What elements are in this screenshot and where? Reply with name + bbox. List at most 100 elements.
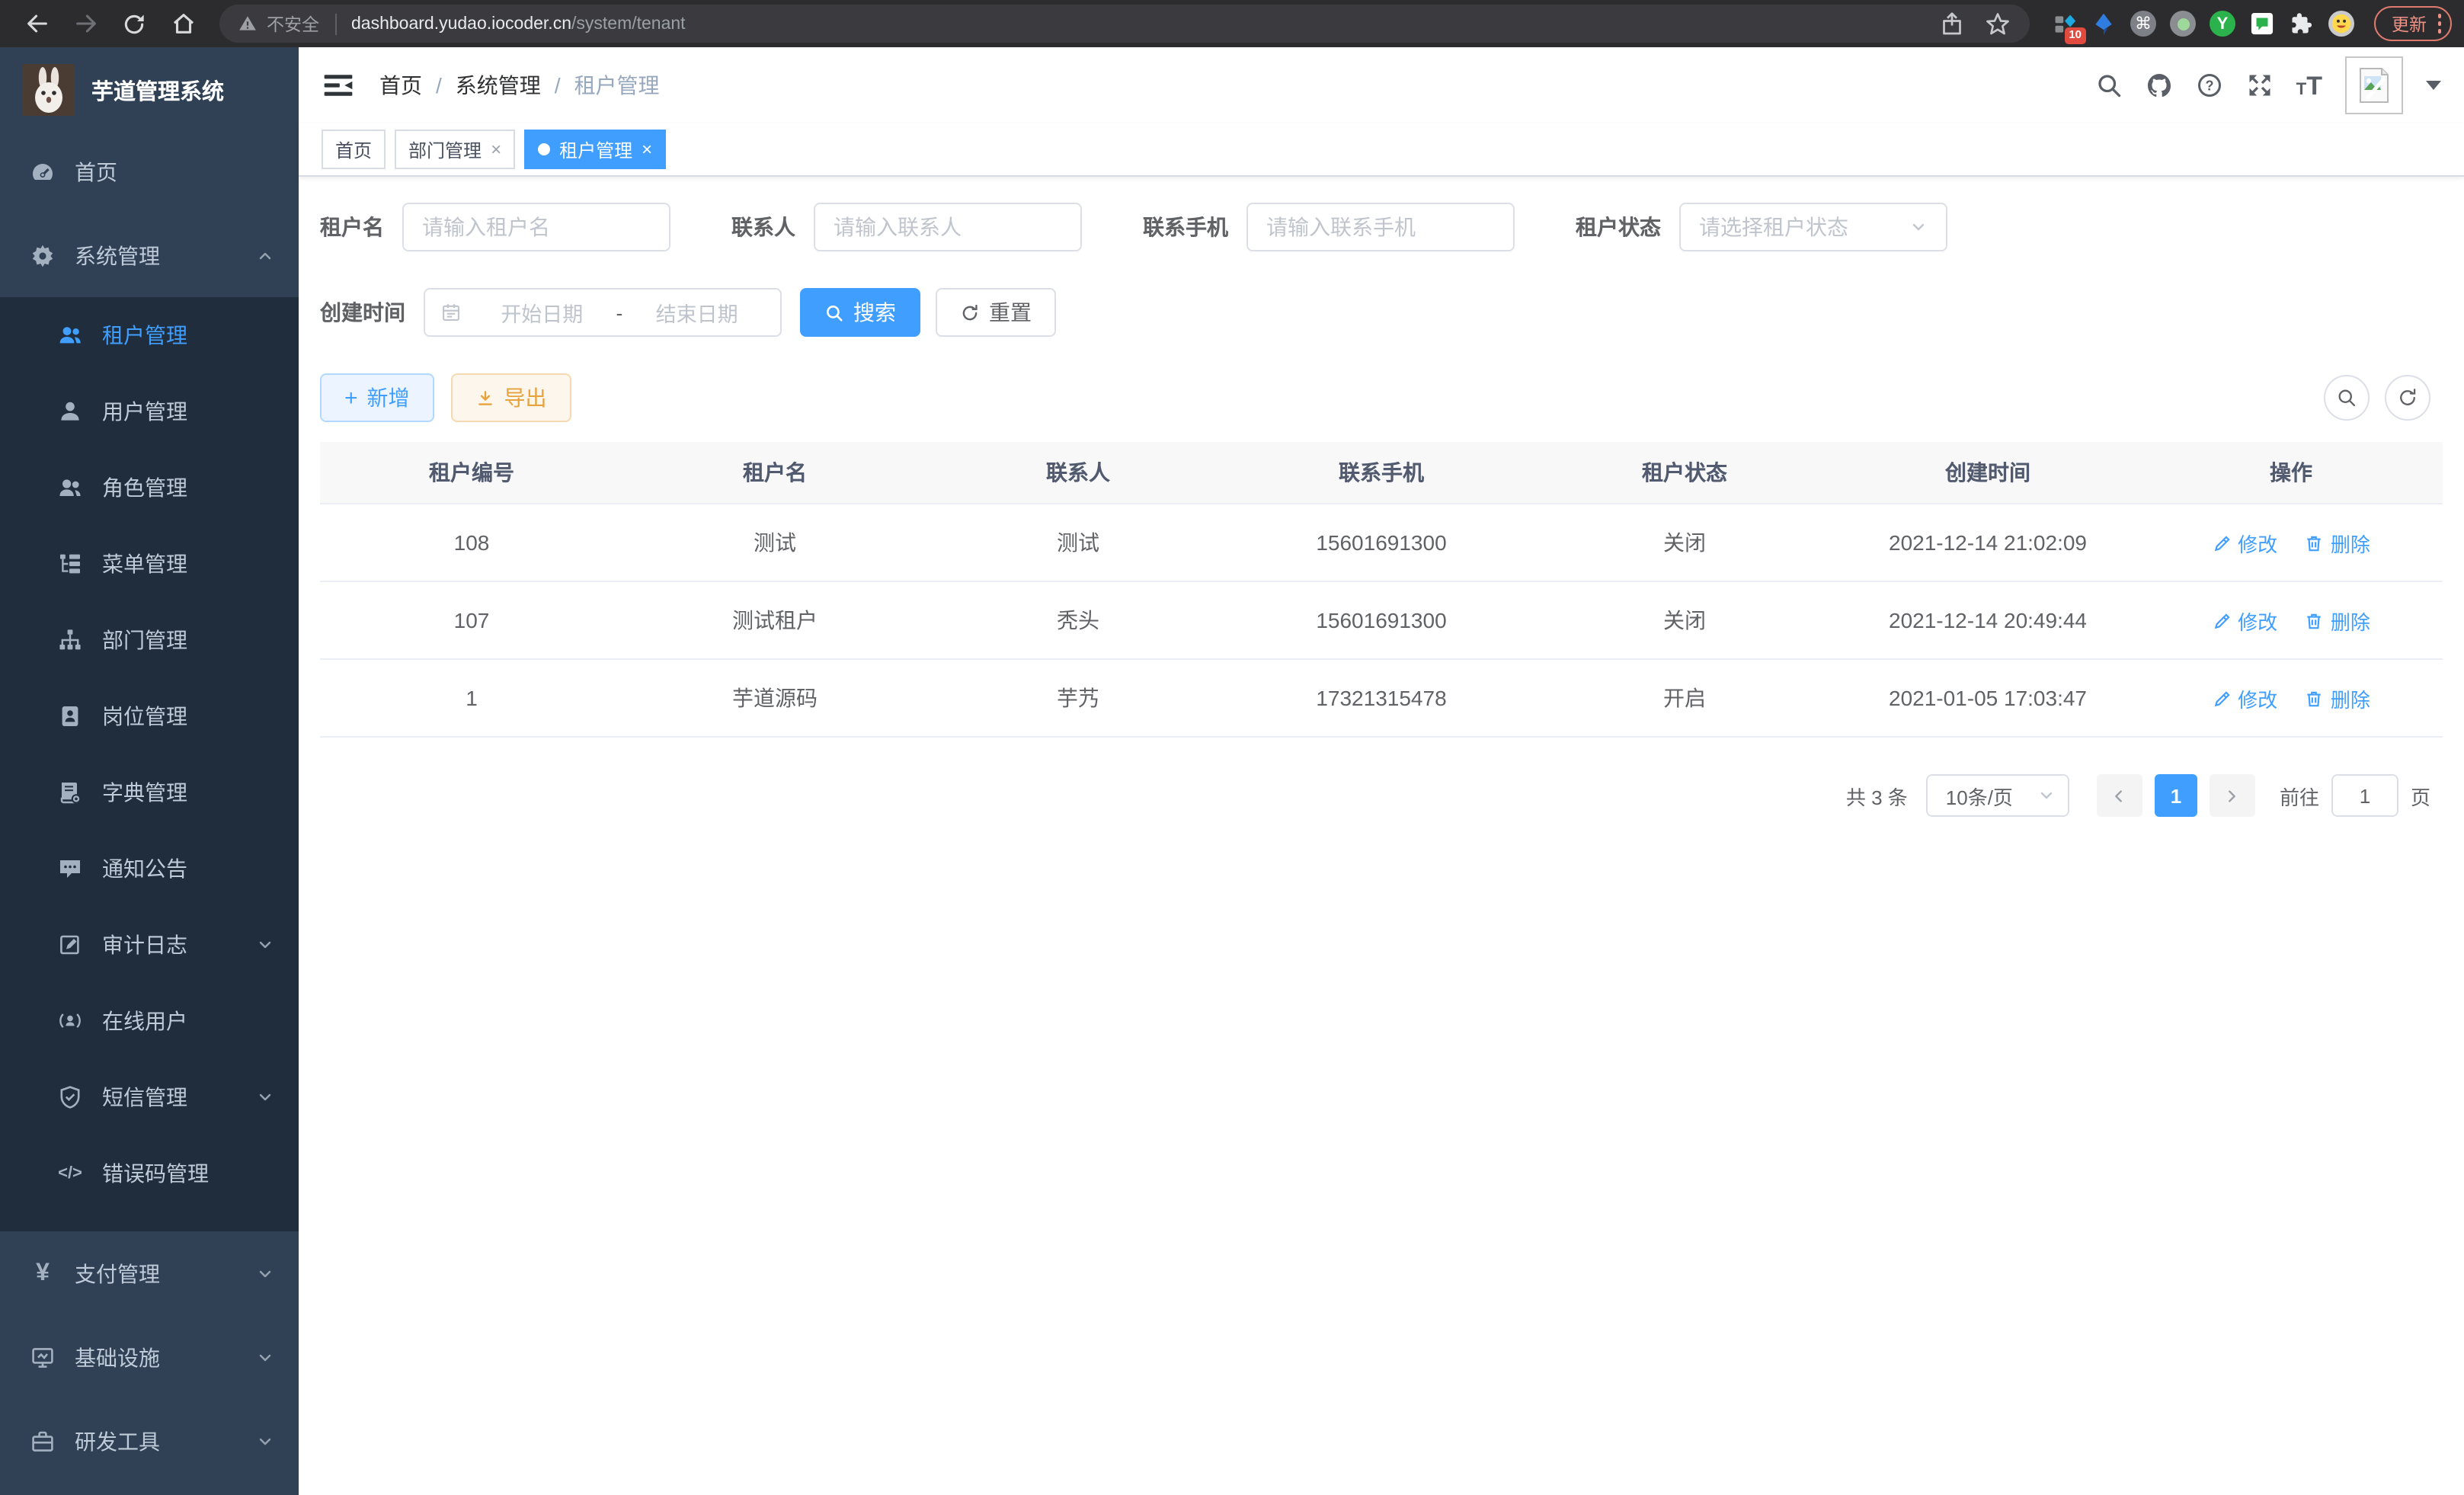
sidebar-item-departments[interactable]: 部门管理 — [0, 602, 299, 678]
prev-page-button[interactable] — [2097, 774, 2142, 817]
reload-icon[interactable] — [114, 4, 154, 43]
tab-label: 部门管理 — [408, 136, 482, 162]
next-page-button[interactable] — [2210, 774, 2255, 817]
goto-page-input[interactable] — [2331, 774, 2398, 817]
sidebar-item-label: 菜单管理 — [102, 549, 187, 579]
share-icon[interactable] — [1938, 10, 1965, 37]
breadcrumb-section[interactable]: 系统管理 — [456, 70, 541, 101]
add-button[interactable]: + 新增 — [320, 373, 434, 422]
app-title: 芋道管理系统 — [91, 74, 224, 106]
col-contact: 联系人 — [926, 442, 1230, 504]
edit-pencil-icon — [2212, 610, 2232, 630]
sidebar-item-online-users[interactable]: 在线用户 — [0, 983, 299, 1059]
browser-menu-icon[interactable] — [2437, 12, 2441, 34]
export-button[interactable]: 导出 — [451, 373, 571, 422]
create-time-range-picker[interactable]: 开始日期 - 结束日期 — [424, 288, 782, 337]
command-extension-icon[interactable]: ⌘ — [2130, 10, 2157, 37]
edit-link[interactable]: 修改 — [2212, 606, 2277, 635]
close-icon[interactable]: × — [491, 140, 501, 158]
cell-created: 2021-12-14 20:49:44 — [1836, 581, 2139, 659]
reset-button-label: 重置 — [989, 297, 1032, 328]
toggle-search-button[interactable] — [2324, 375, 2370, 421]
sidebar-item-audit-log[interactable]: 审计日志 — [0, 907, 299, 983]
tab-departments[interactable]: 部门管理 × — [395, 130, 515, 169]
chat-extension-icon[interactable] — [2248, 10, 2276, 37]
svg-text:?: ? — [2205, 78, 2213, 93]
sidebar-item-tenant[interactable]: 租户管理 — [0, 297, 299, 373]
cell-mobile: 17321315478 — [1230, 659, 1533, 737]
delete-label: 删除 — [2331, 528, 2370, 557]
tab-tenant[interactable]: 租户管理 × — [524, 130, 666, 169]
sidebar-item-roles[interactable]: 角色管理 — [0, 450, 299, 526]
sidebar-item-dictionary[interactable]: 字典管理 — [0, 754, 299, 831]
sidebar-item-infrastructure[interactable]: 基础设施 — [0, 1315, 299, 1399]
sidebar-item-menus[interactable]: 菜单管理 — [0, 526, 299, 602]
sidebar-item-announcements[interactable]: 通知公告 — [0, 831, 299, 907]
avatar-dropdown-caret-icon[interactable] — [2426, 81, 2441, 90]
tab-manager-extension-icon[interactable]: 10 — [2050, 10, 2078, 37]
page-size-select[interactable]: 10条/页 — [1926, 774, 2069, 817]
sms-shield-icon — [58, 1085, 82, 1109]
bookmark-star-icon[interactable] — [1983, 10, 2011, 37]
sidebar-item-label: 角色管理 — [102, 472, 187, 503]
tab-home[interactable]: 首页 — [322, 130, 386, 169]
help-icon[interactable]: ? — [2196, 72, 2223, 99]
filter-row-2: 创建时间 开始日期 - 结束日期 搜索 — [320, 288, 2443, 337]
sidebar-item-posts[interactable]: 岗位管理 — [0, 678, 299, 754]
user-avatar[interactable] — [2345, 56, 2403, 114]
sidebar-item-label: 租户管理 — [102, 320, 187, 351]
page-number-1[interactable]: 1 — [2155, 774, 2197, 817]
status-select-placeholder: 请选择租户状态 — [1699, 212, 1848, 242]
app-logo-row[interactable]: 芋道管理系统 — [23, 59, 299, 120]
sidebar-menu: 首页 系统管理 租户管理 — [0, 130, 299, 1483]
delete-link[interactable]: 删除 — [2305, 606, 2370, 635]
sidebar-item-payment[interactable]: ¥ 支付管理 — [0, 1231, 299, 1315]
reset-button[interactable]: 重置 — [936, 288, 1056, 337]
search-button[interactable]: 搜索 — [800, 288, 920, 337]
home-icon[interactable] — [163, 4, 203, 43]
extensions-puzzle-icon[interactable] — [2288, 10, 2315, 37]
contact-label: 联系人 — [731, 212, 795, 242]
font-size-icon[interactable]: TT — [2296, 72, 2322, 98]
update-label: 更新 — [2392, 11, 2427, 36]
back-icon[interactable] — [17, 4, 56, 43]
sidebar-item-error-codes[interactable]: </> 错误码管理 — [0, 1135, 299, 1212]
status-select[interactable]: 请选择租户状态 — [1679, 203, 1947, 251]
kite-extension-icon[interactable] — [2090, 10, 2117, 37]
tags-view: 首页 部门管理 × 租户管理 × — [299, 123, 2464, 177]
contact-input[interactable] — [834, 215, 1062, 239]
mobile-input[interactable] — [1266, 215, 1495, 239]
tenant-name-input[interactable] — [422, 215, 651, 239]
status-dot-extension-icon[interactable] — [2169, 10, 2197, 37]
sidebar-item-label: 研发工具 — [75, 1426, 160, 1456]
search-icon[interactable] — [2095, 72, 2123, 99]
github-icon[interactable] — [2146, 72, 2173, 99]
fullscreen-icon[interactable] — [2246, 72, 2274, 99]
edit-link[interactable]: 修改 — [2212, 683, 2277, 712]
refresh-table-button[interactable] — [2385, 375, 2430, 421]
sidebar-item-label: 系统管理 — [75, 240, 160, 271]
y-extension-icon[interactable]: Y — [2209, 10, 2236, 37]
delete-link[interactable]: 删除 — [2305, 683, 2370, 712]
chevron-down-icon — [256, 936, 274, 954]
breadcrumb-home[interactable]: 首页 — [379, 70, 422, 101]
chrome-update-button[interactable]: 更新 — [2373, 6, 2452, 41]
profile-avatar-icon[interactable] — [2328, 10, 2355, 37]
close-icon[interactable]: × — [642, 140, 652, 158]
col-status: 租户状态 — [1533, 442, 1836, 504]
sidebar-item-label: 基础设施 — [75, 1342, 160, 1372]
sidebar-item-sms[interactable]: 短信管理 — [0, 1059, 299, 1135]
edit-link[interactable]: 修改 — [2212, 528, 2277, 557]
forward-icon[interactable] — [66, 4, 105, 43]
sidebar-fold-icon[interactable] — [322, 69, 355, 102]
add-button-label: 新增 — [367, 383, 410, 413]
address-bar[interactable]: 不安全 dashboard.yudao.iocoder.cn/system/te… — [219, 5, 2029, 43]
chevron-down-icon — [256, 1348, 274, 1366]
navbar-actions: ? TT — [2095, 56, 2441, 114]
sidebar-item-home[interactable]: 首页 — [0, 130, 299, 213]
trash-icon — [2305, 688, 2325, 708]
sidebar-item-dev-tools[interactable]: 研发工具 — [0, 1399, 299, 1483]
delete-link[interactable]: 删除 — [2305, 528, 2370, 557]
sidebar-item-system[interactable]: 系统管理 — [0, 213, 299, 297]
sidebar-item-users[interactable]: 用户管理 — [0, 373, 299, 450]
